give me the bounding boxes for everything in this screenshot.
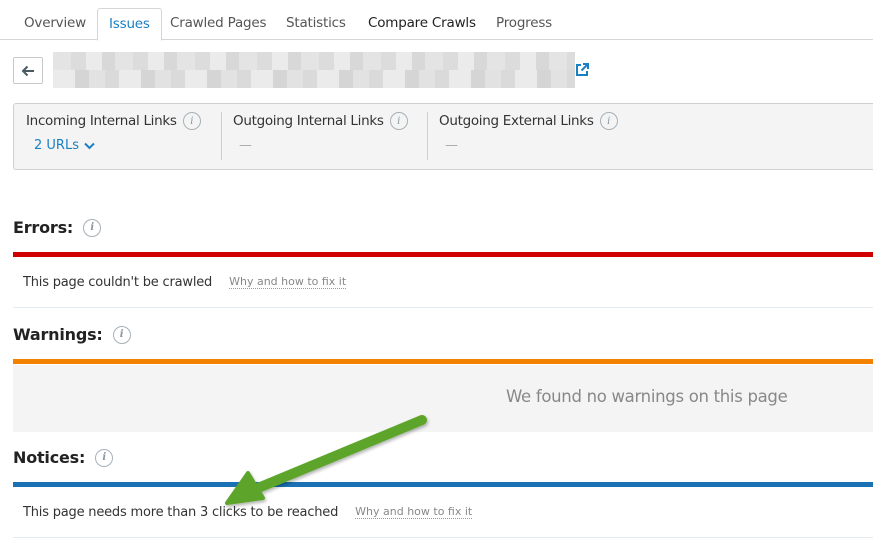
info-icon[interactable]: i xyxy=(599,112,618,130)
outgoing-external-links: Outgoing External Links i — xyxy=(427,112,618,160)
back-button[interactable] xyxy=(13,57,43,84)
outgoing-internal-links-label: Outgoing Internal Links xyxy=(233,113,384,129)
warnings-title: Warnings: xyxy=(13,325,103,344)
errors-title: Errors: xyxy=(13,218,74,237)
info-icon[interactable]: i xyxy=(83,218,102,237)
why-and-how-to-fix-link[interactable]: Why and how to fix it xyxy=(229,275,347,289)
outgoing-external-links-value: — xyxy=(445,138,458,153)
errors-heading: Errors: i xyxy=(13,218,102,237)
external-link-icon xyxy=(576,63,589,76)
tab-issues[interactable]: Issues xyxy=(97,8,162,41)
tab-statistics[interactable]: Statistics xyxy=(275,8,357,40)
notices-title: Notices: xyxy=(13,448,86,467)
incoming-urls-dropdown[interactable]: 2 URLs xyxy=(26,138,201,153)
links-summary-panel: Incoming Internal Links i 2 URLs Outgoin… xyxy=(13,103,873,170)
tab-crawled-pages[interactable]: Crawled Pages xyxy=(159,8,277,40)
info-icon[interactable]: i xyxy=(182,112,201,130)
tab-compare-crawls[interactable]: Compare Crawls xyxy=(357,8,487,40)
info-icon[interactable]: i xyxy=(389,112,408,130)
info-icon[interactable]: i xyxy=(95,448,114,467)
no-warnings-message: We found no warnings on this page xyxy=(506,387,788,406)
why-and-how-to-fix-link[interactable]: Why and how to fix it xyxy=(355,505,473,519)
issue-text: This page couldn't be crawled xyxy=(23,274,213,290)
incoming-internal-links: Incoming Internal Links i 2 URLs xyxy=(26,112,201,160)
error-issue-row: This page couldn't be crawled Why and ho… xyxy=(13,257,873,308)
open-external-link[interactable] xyxy=(575,62,589,81)
warnings-color-bar xyxy=(13,359,873,364)
info-icon[interactable]: i xyxy=(112,325,131,344)
issue-text: This page needs more than 3 clicks to be… xyxy=(23,504,339,520)
outgoing-internal-links: Outgoing Internal Links i — xyxy=(221,112,408,160)
incoming-internal-links-value: 2 URLs xyxy=(34,138,79,153)
warnings-heading: Warnings: i xyxy=(13,325,131,344)
arrow-left-icon xyxy=(21,65,34,76)
warnings-empty-panel: We found no warnings on this page xyxy=(13,365,873,432)
tab-overview[interactable]: Overview xyxy=(13,8,97,40)
outgoing-external-links-label: Outgoing External Links xyxy=(439,113,594,129)
notice-issue-row: This page needs more than 3 clicks to be… xyxy=(13,487,873,538)
tab-progress[interactable]: Progress xyxy=(485,8,563,40)
notices-heading: Notices: i xyxy=(13,448,114,467)
page-url-blurred xyxy=(53,52,575,88)
chevron-down-icon xyxy=(84,142,95,149)
tab-bar: Overview Issues Crawled Pages Statistics… xyxy=(0,0,873,41)
outgoing-internal-links-value: — xyxy=(239,138,252,153)
incoming-internal-links-label: Incoming Internal Links xyxy=(26,113,177,129)
